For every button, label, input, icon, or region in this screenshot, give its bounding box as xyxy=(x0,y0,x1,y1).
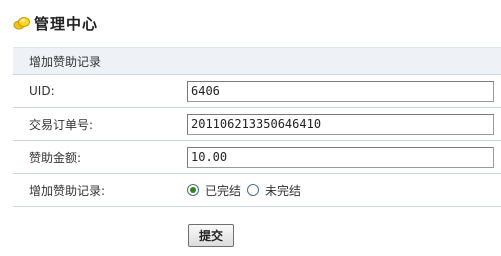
amount-input[interactable] xyxy=(187,146,494,168)
uid-input[interactable] xyxy=(187,80,494,102)
submit-row: 提交 xyxy=(188,224,235,247)
form-row-order-number: 交易订单号: xyxy=(13,107,501,141)
status-completed-radio[interactable] xyxy=(187,184,199,196)
status-radio-group: 已完结 未完结 xyxy=(187,182,501,199)
form-row-amount: 赞助金额: xyxy=(13,140,501,174)
order-number-label: 交易订单号: xyxy=(13,107,187,141)
page-header: 管理中心 xyxy=(13,10,98,36)
status-incomplete-label[interactable]: 未完结 xyxy=(265,182,301,199)
sponsor-form: 增加赞助记录 UID: 交易订单号: 赞助金额: 增加赞助记录: xyxy=(13,47,501,207)
page: 管理中心 增加赞助记录 UID: 交易订单号: 赞助金额: 增加赞助记录: xyxy=(0,0,501,256)
form-row-status: 增加赞助记录: 已完结 未完结 xyxy=(13,173,501,207)
section-title: 增加赞助记录 xyxy=(13,47,501,75)
submit-button[interactable]: 提交 xyxy=(188,224,235,247)
radio-selected-dot xyxy=(190,187,196,193)
status-completed-label[interactable]: 已完结 xyxy=(205,182,241,199)
form-row-uid: UID: xyxy=(13,74,501,108)
form-section-header: 增加赞助记录 xyxy=(13,47,501,75)
order-number-input[interactable] xyxy=(187,113,494,135)
page-title: 管理中心 xyxy=(34,14,99,33)
amount-label: 赞助金额: xyxy=(13,140,187,174)
status-incomplete-radio[interactable] xyxy=(247,184,260,196)
status-label: 增加赞助记录: xyxy=(13,173,187,207)
uid-label: UID: xyxy=(13,74,187,108)
yellow-blob-icon xyxy=(13,15,31,31)
